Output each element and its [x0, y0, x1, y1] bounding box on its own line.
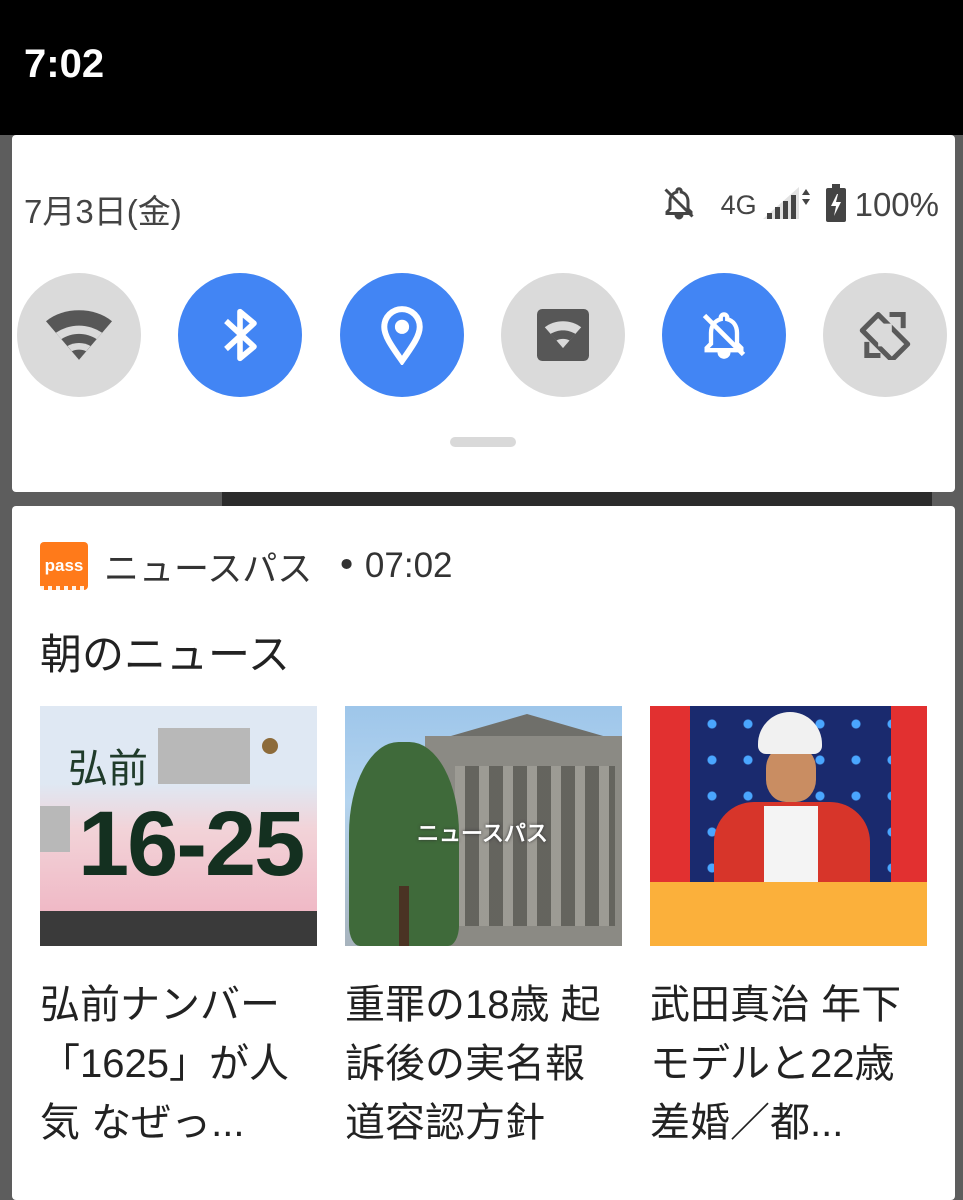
- performer-shirt: [764, 806, 818, 882]
- notification-header: pass ニュースパス • 07:02: [40, 540, 453, 592]
- quick-settings-panel: 7月3日(金) 4G 100%: [12, 135, 955, 492]
- hotspot-icon: [537, 309, 589, 361]
- app-name: ニュースパス: [104, 549, 313, 589]
- article-card[interactable]: 弘前 16-25 弘前ナンバー「1625」が人気 なぜっ...: [40, 706, 317, 1153]
- tree-trunk: [399, 886, 409, 946]
- notification-card[interactable]: pass ニュースパス • 07:02 朝のニュース 弘前 16-25 弘前ナン…: [12, 506, 955, 1200]
- wifi-icon: [46, 310, 112, 360]
- bluetooth-icon: [224, 308, 257, 362]
- app-icon: pass: [40, 542, 88, 591]
- notifications-off-icon: [661, 185, 697, 226]
- article-thumbnail: ニュースパス: [345, 706, 622, 946]
- tile-hotspot[interactable]: [501, 273, 625, 397]
- article-headline: 重罪の18歳 起訴後の実名報道容認方針: [345, 983, 601, 1145]
- signal-icon: [761, 185, 811, 226]
- quick-settings-tiles: [17, 273, 952, 397]
- header-separator: •: [336, 546, 357, 586]
- battery-percent: 100%: [854, 186, 939, 223]
- tile-auto-rotate[interactable]: [823, 273, 947, 397]
- plate-number: 16-25: [78, 793, 305, 895]
- car-bumper: [40, 911, 317, 946]
- notification-time: 07:02: [364, 546, 453, 585]
- network-type: 4G: [720, 189, 757, 220]
- plate-bolt: [262, 738, 278, 754]
- tile-location[interactable]: [340, 273, 464, 397]
- date-label[interactable]: 7月3日(金): [24, 185, 182, 233]
- thumbnail-watermark: ニュースパス: [417, 821, 548, 846]
- stage-curtain: [891, 706, 927, 882]
- battery-icon: [825, 183, 847, 227]
- panel-drag-handle[interactable]: [450, 437, 516, 447]
- location-icon: [381, 306, 423, 365]
- article-headline: 弘前ナンバー「1625」が人気 なぜっ...: [40, 983, 289, 1145]
- article-thumbnail: 弘前 16-25: [40, 706, 317, 946]
- bell-off-icon: [702, 312, 746, 359]
- system-status: 4G 100%: [661, 183, 939, 227]
- notification-title: 朝のニュース: [40, 631, 290, 678]
- status-bar: 7:02: [0, 0, 963, 135]
- blurred-area: [40, 806, 70, 852]
- app-icon-label: pass: [44, 556, 84, 575]
- article-card[interactable]: ニュースパス 重罪の18歳 起訴後の実名報道容認方針: [345, 706, 622, 1153]
- stage-floor: [650, 882, 927, 946]
- performer-face: [766, 746, 816, 802]
- article-headline: 武田真治 年下モデルと22歳差婚／都...: [650, 983, 902, 1145]
- article-thumbnail: [650, 706, 927, 946]
- tile-wifi[interactable]: [17, 273, 141, 397]
- blurred-area: [158, 728, 250, 784]
- clock: 7:02: [24, 42, 105, 86]
- tile-do-not-disturb[interactable]: [662, 273, 786, 397]
- article-card[interactable]: 武田真治 年下モデルと22歳差婚／都...: [650, 706, 927, 1153]
- tile-bluetooth[interactable]: [178, 273, 302, 397]
- rotate-icon: [859, 312, 911, 360]
- stage-curtain: [650, 706, 690, 882]
- plate-region: 弘前: [68, 747, 148, 791]
